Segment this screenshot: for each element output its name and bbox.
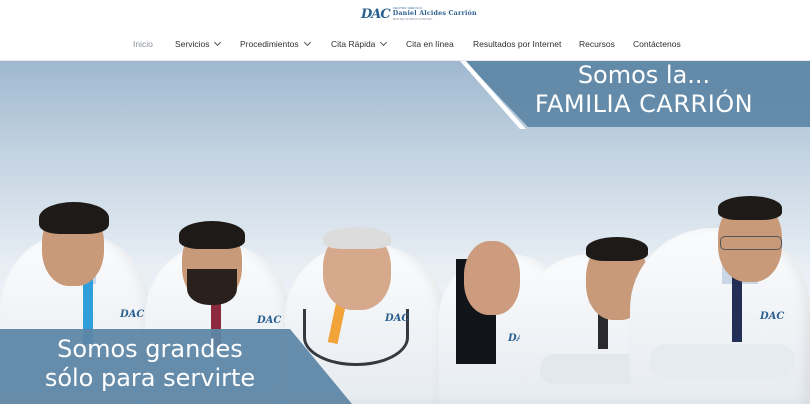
main-nav: Inicio Servicios Procedimientos Cita Ráp…	[0, 32, 810, 56]
logo-tagline: MAS DE 30 AÑOS CONTIGO	[392, 17, 433, 22]
nav-item-procedimientos[interactable]: Procedimientos	[240, 38, 311, 49]
hero-top-line1: Somos la...	[577, 61, 711, 89]
chevron-down-icon	[214, 38, 222, 47]
doctor-figure: DAC	[630, 128, 810, 404]
nav-item-inicio[interactable]: Inicio	[133, 39, 153, 49]
nav-item-recursos[interactable]: Recursos	[579, 39, 615, 49]
hero-top-line2: FAMILIA CARRIÓN	[534, 90, 754, 119]
hero-bottom-line1: Somos grandes	[57, 335, 243, 363]
site-header: DAC CENTRO MÉDICO Daniel Alcides Carrión…	[0, 0, 810, 61]
chevron-down-icon	[380, 38, 388, 47]
nav-item-servicios[interactable]: Servicios	[175, 38, 222, 49]
logo-mark: DAC	[361, 6, 391, 22]
nav-item-cita-rapida[interactable]: Cita Rápida	[331, 38, 388, 49]
nav-item-contactenos[interactable]: Contáctenos	[633, 39, 681, 49]
site-logo[interactable]: DAC CENTRO MÉDICO Daniel Alcides Carrión…	[361, 5, 477, 23]
nav-item-resultados[interactable]: Resultados por Internet	[473, 39, 561, 49]
hero-bottom-banner-text: Somos grandes sólo para servirte	[0, 335, 300, 394]
nav-item-cita-en-linea[interactable]: Cita en línea	[406, 39, 454, 49]
chevron-down-icon	[303, 38, 311, 47]
hero-bottom-line2: sólo para servirte	[44, 364, 256, 393]
hero-slider[interactable]: DAC DAC DAC DAC Somos la... FAMILIA CARR…	[0, 61, 810, 404]
hero-top-banner-text: Somos la... FAMILIA CARRIÓN	[514, 61, 774, 120]
